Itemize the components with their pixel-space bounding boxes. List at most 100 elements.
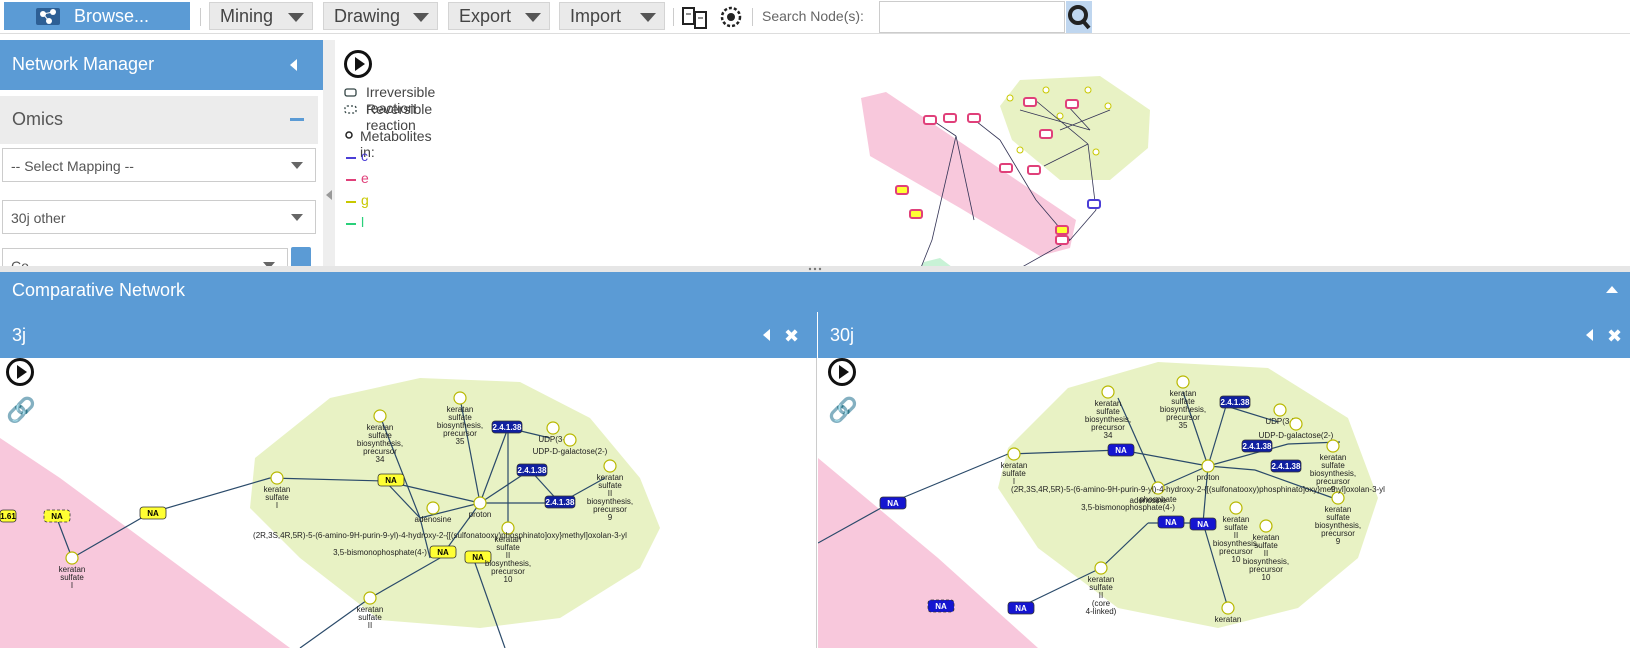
metabolite-label: 34 xyxy=(1104,431,1113,440)
browse-button[interactable]: Browse... xyxy=(4,2,190,30)
search-input[interactable] xyxy=(879,1,1065,33)
metabolite-label: UDP-D-galactose(2-) xyxy=(1259,431,1334,440)
chevron-down-icon xyxy=(291,214,303,221)
browse-label: Browse... xyxy=(74,5,150,26)
graph-label: (2R,3S,4R,5R)-5-(6-amino-9H-purin-9-yl)-… xyxy=(1011,485,1385,494)
right-network-graph[interactable]: NA NA NA NA NA NA 2.4.1.38 2.4.1.38 2.4.1.38 kera… xyxy=(818,358,1630,648)
reversible-icon xyxy=(344,105,357,114)
omics-section[interactable]: Omics xyxy=(0,96,318,144)
drawing-label: Drawing xyxy=(334,5,401,26)
play-icon[interactable] xyxy=(6,358,34,386)
network-manager-header[interactable]: Network Manager xyxy=(0,40,323,90)
metabolite-node[interactable] xyxy=(1201,459,1215,473)
reaction-node-na-label: NA xyxy=(1165,518,1177,527)
metabolite-node[interactable] xyxy=(426,501,440,515)
metabolite-node[interactable] xyxy=(1289,417,1303,431)
graph-label: 3,5-bismonophosphate(4-) xyxy=(333,548,427,557)
metabolite-node[interactable] xyxy=(65,551,79,565)
collapse-left-icon[interactable] xyxy=(290,59,297,71)
reaction-node-na-label: NA xyxy=(887,499,899,508)
legend-c-label: c xyxy=(361,148,368,164)
reaction-node-na-label: NA xyxy=(1197,520,1209,529)
metabolite-label: adenosine xyxy=(415,515,452,524)
toolbar-separator xyxy=(200,8,201,26)
sidebar-collapse-handle[interactable] xyxy=(323,40,335,268)
mining-menu[interactable]: Mining xyxy=(209,2,313,30)
reaction-node-enzyme-label: 2.4.1.38 xyxy=(518,466,547,475)
metabolite-label: proton xyxy=(469,510,492,519)
reaction-node-na-label: NA xyxy=(147,509,159,518)
minus-icon[interactable] xyxy=(290,118,304,121)
reaction-node-partial-label: 1.61 xyxy=(0,512,16,521)
link-icon[interactable]: 🔗 xyxy=(6,396,36,425)
link-icon[interactable]: 🔗 xyxy=(828,396,858,425)
export-label: Export xyxy=(459,5,512,26)
play-icon[interactable] xyxy=(344,50,372,78)
mining-label: Mining xyxy=(220,5,274,26)
condition-select-value: 30j other xyxy=(11,210,66,226)
metabolite-node[interactable] xyxy=(1273,403,1287,417)
legend-metabolites-label: Metabolites in: xyxy=(360,128,432,160)
close-right-pane-icon[interactable]: ✖ xyxy=(1607,326,1622,347)
pane-title-right: 30j xyxy=(830,325,855,345)
close-left-pane-icon[interactable]: ✖ xyxy=(784,326,799,347)
condition-select[interactable]: 30j other xyxy=(2,200,316,234)
metabolite-node[interactable] xyxy=(373,409,387,423)
export-menu[interactable]: Export xyxy=(448,2,550,30)
comparative-network-header[interactable]: Comparative Network xyxy=(0,272,1630,312)
metabolite-node[interactable] xyxy=(1007,447,1021,461)
metabolite-node[interactable] xyxy=(1176,375,1190,389)
metabolite-node[interactable] xyxy=(363,591,377,605)
metabolite-node[interactable] xyxy=(1229,501,1243,515)
search-button[interactable] xyxy=(1066,1,1092,33)
compare-networks-icon[interactable] xyxy=(681,4,709,30)
metabolite-node[interactable] xyxy=(1221,601,1235,615)
left-network-graph[interactable]: 1.61 NA NANANANA2.4.1.382.4.1.382.4.1.38ke… xyxy=(0,358,817,648)
metabolite-label: 9 xyxy=(1336,537,1341,546)
network-icon xyxy=(34,4,64,28)
metabolite-node[interactable] xyxy=(270,471,284,485)
left-network-pane[interactable]: 1.61 NA NA NA NA NA 2.4.1.38 2.4.1.38 2.4.1.38 ke… xyxy=(0,358,817,648)
metabolite-node[interactable] xyxy=(546,421,560,435)
mapping-select[interactable]: -- Select Mapping -- xyxy=(2,148,316,182)
top-area: Network Manager Omics -- Select Mapping … xyxy=(0,34,1630,302)
metabolite-node[interactable] xyxy=(1326,439,1340,453)
import-menu[interactable]: Import xyxy=(559,2,665,30)
metabolite-node[interactable] xyxy=(1101,385,1115,399)
collapse-left-pane-icon[interactable] xyxy=(763,329,770,341)
metabolite-label: 10 xyxy=(1262,573,1271,582)
reaction-node-enzyme-label: 2.4.1.38 xyxy=(1221,398,1250,407)
reaction-node-na-label: NA xyxy=(437,548,449,557)
metabolite-node[interactable] xyxy=(453,391,467,405)
metabolite-label: 35 xyxy=(1179,421,1188,430)
reaction-node-enzyme-label: 2.4.1.38 xyxy=(1243,442,1272,451)
metabolite-node[interactable] xyxy=(1259,519,1273,533)
mapping-select-value: -- Select Mapping -- xyxy=(11,158,134,174)
reaction-node-na-label: NA xyxy=(935,602,947,611)
right-network-pane[interactable]: NA NA NA NA NA NA 2.4.1.38 2.4.1.38 2.4.1.38 kera… xyxy=(818,358,1630,648)
network-settings-icon[interactable] xyxy=(717,3,745,31)
partial-select[interactable]: Co xyxy=(2,248,288,268)
legend-swatch xyxy=(346,201,356,203)
irreversible-icon xyxy=(344,88,357,97)
chevron-down-icon xyxy=(525,13,541,22)
reaction-node-enzyme-label: 2.4.1.38 xyxy=(1272,462,1301,471)
metabolite-label: keratan xyxy=(1215,615,1242,624)
legend-swatch xyxy=(346,223,356,225)
settings-button[interactable] xyxy=(291,247,311,268)
metabolite-node[interactable] xyxy=(473,496,487,510)
collapse-up-icon[interactable] xyxy=(1606,286,1618,293)
metabolite-label: UDP-D-galactose(2-) xyxy=(533,447,608,456)
collapse-right-pane-icon[interactable] xyxy=(1586,329,1593,341)
graph-label: (2R,3S,4R,5R)-5-(6-amino-9H-purin-9-yl)-… xyxy=(253,531,627,540)
legend-e-label: e xyxy=(361,170,369,186)
metabolite-node[interactable] xyxy=(563,433,577,447)
metabolite-node[interactable] xyxy=(603,459,617,473)
chevron-down-icon xyxy=(288,13,304,22)
pane-header-right: 30j xyxy=(818,312,1630,358)
omics-label: Omics xyxy=(12,109,63,129)
drawing-menu[interactable]: Drawing xyxy=(323,2,438,30)
search-icon xyxy=(1068,5,1091,30)
play-icon[interactable] xyxy=(828,358,856,386)
metabolite-node[interactable] xyxy=(1094,561,1108,575)
